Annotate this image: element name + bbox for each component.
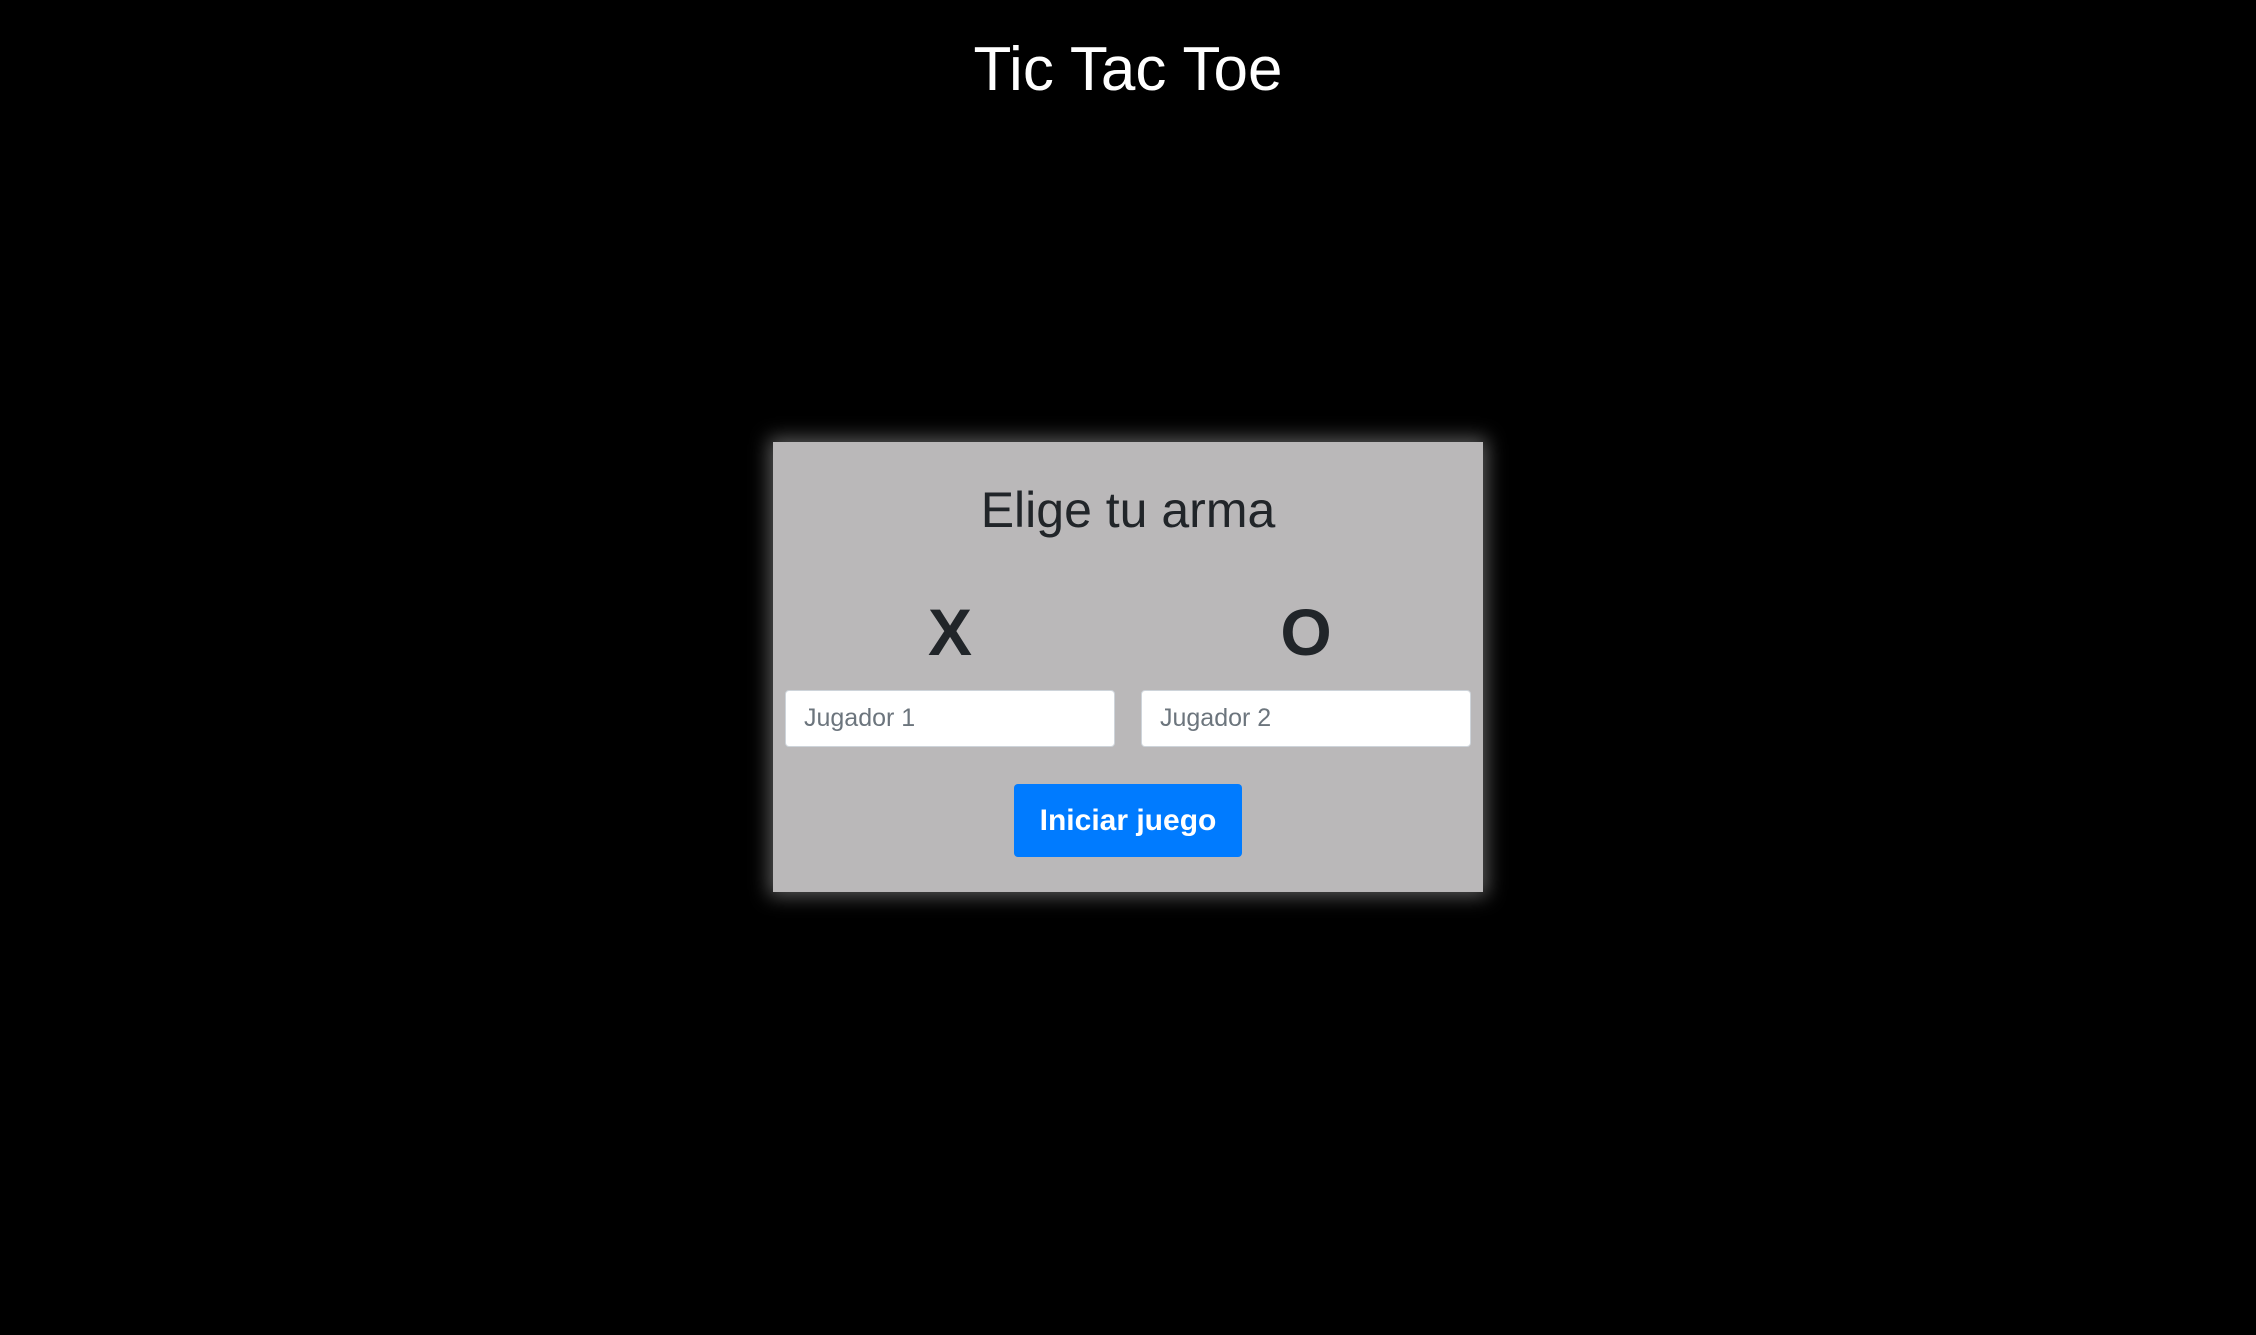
player-1-column: X (785, 592, 1115, 747)
modal-heading: Elige tu arma (980, 482, 1276, 538)
player-2-symbol: O (1280, 595, 1332, 669)
player-1-symbol: X (927, 595, 973, 669)
weapon-select-modal: Elige tu arma X O Iniciar juego (773, 442, 1483, 892)
page: Tic Tac Toe Elige tu arma X O Iniciar ju… (0, 0, 2256, 1335)
player-1-name-input[interactable] (785, 690, 1115, 747)
player-2-name-input[interactable] (1141, 690, 1471, 747)
player-2-column: O (1141, 592, 1471, 747)
start-game-button[interactable]: Iniciar juego (1014, 784, 1242, 857)
page-title: Tic Tac Toe (973, 35, 1283, 104)
